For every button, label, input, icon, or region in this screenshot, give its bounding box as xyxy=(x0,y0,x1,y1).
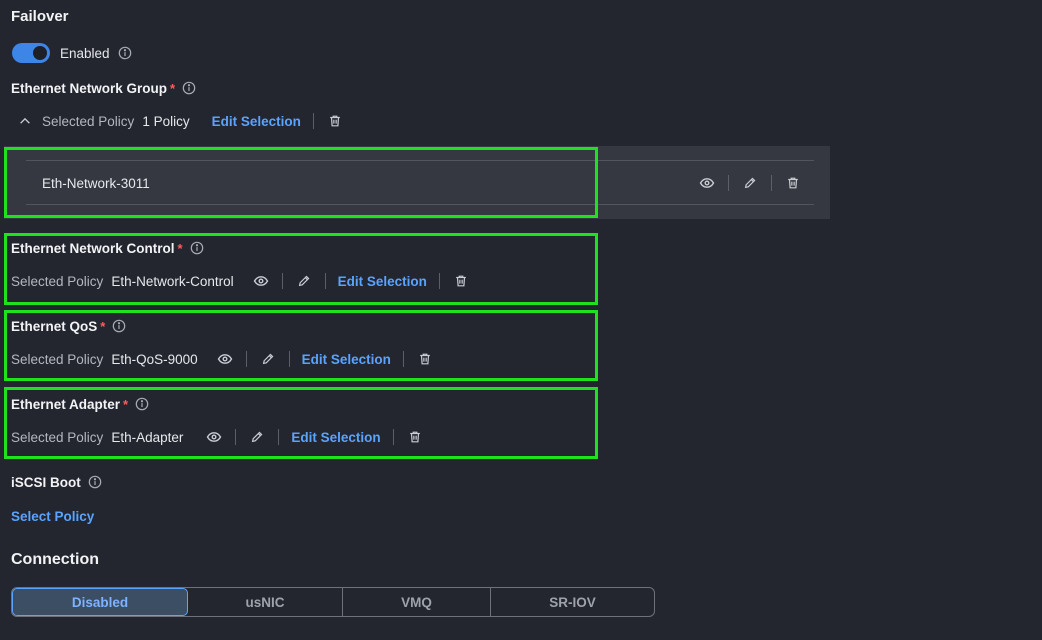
trash-icon[interactable] xyxy=(416,350,434,368)
select-policy-link[interactable]: Select Policy xyxy=(11,509,94,524)
selected-policy-label: Selected Policy xyxy=(11,351,104,367)
required-mark: * xyxy=(123,396,129,412)
selected-policy-value: Eth-Network-Control xyxy=(111,273,234,289)
required-mark: * xyxy=(100,318,106,334)
policy-count: 1 Policy xyxy=(142,113,190,129)
divider xyxy=(392,429,394,445)
eye-icon[interactable] xyxy=(698,174,716,192)
failover-toggle-label: Enabled xyxy=(60,45,110,61)
selected-policy-label: Selected Policy xyxy=(11,273,104,289)
selected-policy-label: Selected Policy xyxy=(11,429,104,445)
list-item[interactable]: Eth-Network-3011 xyxy=(42,173,150,193)
connection-option-disabled[interactable]: Disabled xyxy=(12,588,188,616)
trash-icon[interactable] xyxy=(406,428,424,446)
info-icon[interactable] xyxy=(188,239,206,257)
connection-option-sr-iov[interactable]: SR-IOV xyxy=(491,588,654,616)
connection-option-usnic[interactable]: usNIC xyxy=(188,588,343,616)
policy-name: Eth-Network-3011 xyxy=(42,175,150,191)
ethernet-qos-label: Ethernet QoS xyxy=(11,318,98,334)
selected-policy-value: Eth-QoS-9000 xyxy=(111,351,198,367)
info-icon[interactable] xyxy=(133,395,151,413)
failover-title: Failover xyxy=(11,7,69,25)
divider xyxy=(245,351,247,367)
divider xyxy=(235,429,237,445)
info-icon[interactable] xyxy=(86,473,104,491)
divider xyxy=(312,113,314,129)
info-icon[interactable] xyxy=(110,317,128,335)
policy-list-panel: Eth-Network-3011 xyxy=(4,146,830,219)
pencil-icon[interactable] xyxy=(259,350,277,368)
edit-selection-link[interactable]: Edit Selection xyxy=(212,114,301,129)
info-icon[interactable] xyxy=(180,79,198,97)
edit-selection-link[interactable]: Edit Selection xyxy=(291,430,380,445)
info-icon[interactable] xyxy=(116,44,134,62)
selected-policy-label: Selected Policy xyxy=(42,113,135,129)
divider xyxy=(278,429,280,445)
connection-segmented-control: Disabled usNIC VMQ SR-IOV xyxy=(11,587,655,617)
connection-title: Connection xyxy=(11,551,99,568)
divider xyxy=(771,175,772,191)
connection-option-vmq[interactable]: VMQ xyxy=(343,588,491,616)
divider xyxy=(438,273,440,289)
trash-icon[interactable] xyxy=(452,272,470,290)
pencil-icon[interactable] xyxy=(295,272,313,290)
toggle-knob xyxy=(33,46,47,60)
divider xyxy=(26,160,814,161)
pencil-icon[interactable] xyxy=(248,428,266,446)
iscsi-boot-label: iSCSI Boot xyxy=(11,474,81,490)
trash-icon[interactable] xyxy=(784,174,802,192)
chevron-up-icon[interactable] xyxy=(16,112,34,130)
eye-icon[interactable] xyxy=(252,272,270,290)
divider xyxy=(281,273,283,289)
divider xyxy=(402,351,404,367)
trash-icon[interactable] xyxy=(326,112,344,130)
edit-selection-link[interactable]: Edit Selection xyxy=(302,352,391,367)
eye-icon[interactable] xyxy=(216,350,234,368)
ethernet-network-control-label: Ethernet Network Control xyxy=(11,240,175,256)
required-mark: * xyxy=(177,240,183,256)
pencil-icon[interactable] xyxy=(741,174,759,192)
ethernet-network-group-label: Ethernet Network Group xyxy=(11,80,168,96)
required-mark: * xyxy=(170,80,176,96)
divider xyxy=(288,351,290,367)
failover-toggle[interactable] xyxy=(12,43,50,63)
selected-policy-value: Eth-Adapter xyxy=(111,429,184,445)
edit-selection-link[interactable]: Edit Selection xyxy=(338,274,427,289)
divider xyxy=(324,273,326,289)
divider xyxy=(26,204,814,205)
eye-icon[interactable] xyxy=(205,428,223,446)
divider xyxy=(728,175,729,191)
ethernet-adapter-label: Ethernet Adapter xyxy=(11,396,121,412)
